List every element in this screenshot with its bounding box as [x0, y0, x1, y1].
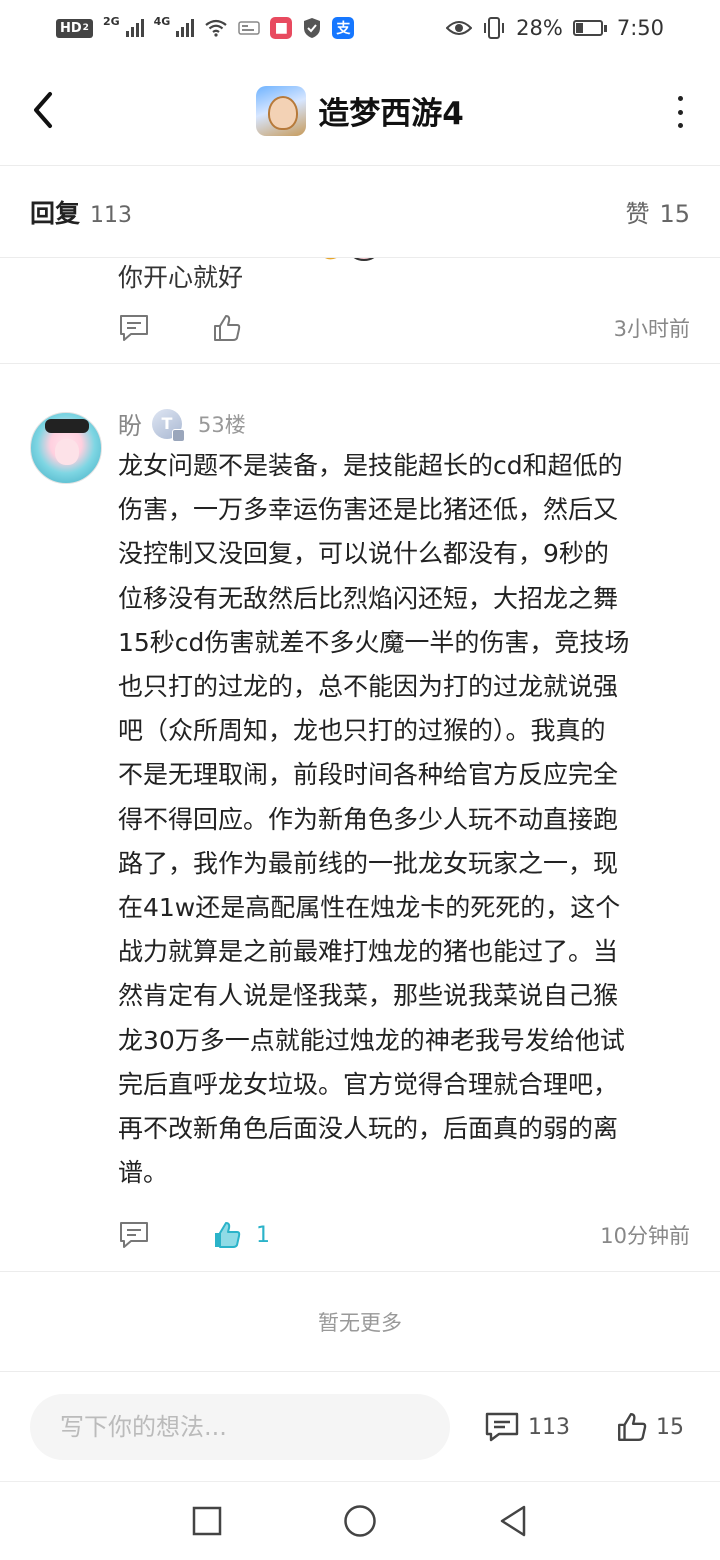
level-sub-icon	[172, 428, 185, 442]
reply-label: 回复	[30, 198, 81, 228]
triangle-back-icon	[501, 1505, 526, 1537]
comment-line: 没控制又没回复，可以说什么都没有，9秒的	[118, 539, 609, 569]
comment-actions: 1 10分钟前	[118, 1214, 690, 1256]
comment-line: 再不改新角色后面没人玩的，后面真的弱的离	[118, 1114, 619, 1144]
like-button-active[interactable]: 1	[212, 1220, 270, 1250]
comment-text: 龙女问题不是装备，是技能超长的cd和超低的 伤害，一万多幸运伤害还是比猪还低，然后…	[118, 444, 688, 1195]
alipay-icon: 支	[332, 17, 355, 39]
dot-icon	[677, 96, 683, 101]
network-2g-label: 2G	[102, 14, 120, 28]
no-more-label: 暂无更多	[0, 1272, 720, 1372]
status-bar: HD 2 2G 4G ■ 支 28% 7:50	[0, 0, 720, 56]
comment-line: 位移没有无敌然后比烈焰闪还短，大招龙之舞	[118, 583, 619, 613]
like-count: 1	[256, 1222, 270, 1248]
likes-button[interactable]: 15	[616, 1411, 684, 1443]
battery-level	[575, 23, 583, 33]
hd-sub-label: 2	[82, 22, 89, 33]
comment-input[interactable]	[30, 1394, 450, 1460]
comment-icon	[485, 1412, 519, 1442]
circle-icon	[344, 1505, 376, 1537]
dot-icon	[677, 109, 683, 115]
shield-icon	[304, 18, 321, 38]
signal-icon-2	[176, 19, 195, 37]
game-logo	[256, 85, 307, 136]
comment-line: 龙女问题不是装备，是技能超长的cd和超低的	[118, 451, 623, 480]
reply-summary-bar: 回复 113 赞 15	[0, 166, 720, 258]
likes-count: 15	[656, 1414, 684, 1440]
comment-time: 10分钟前	[600, 1224, 690, 1248]
eye-icon	[446, 21, 473, 35]
back-button[interactable]	[22, 88, 66, 132]
previous-comment: 你开心就好 3小时前	[0, 258, 720, 364]
thumbs-up-filled-icon	[215, 1222, 241, 1248]
reply-count-group: 回复 113	[30, 194, 132, 230]
comment-line: 谱。	[118, 1158, 169, 1188]
previous-comment-actions: 3小时前	[118, 308, 690, 348]
comment-icon[interactable]	[118, 313, 150, 343]
reply-count: 113	[90, 202, 133, 228]
sticker-image	[325, 258, 375, 261]
avatar[interactable]	[30, 412, 102, 484]
comment-time: 3小时前	[613, 317, 690, 341]
comment-line: 也只打的过龙的，总不能因为打的过龙就说强	[118, 672, 619, 702]
signal-icon	[125, 19, 144, 37]
comment-line: 路了，我作为最前线的一批龙女玩家之一，现	[118, 848, 619, 878]
comments-count: 113	[528, 1414, 570, 1440]
recent-apps-button[interactable]	[187, 1501, 227, 1541]
comments-button[interactable]: 113	[484, 1411, 570, 1443]
author-name[interactable]: 盼	[118, 406, 142, 441]
comment-line: 完后直呼龙女垃圾。官方觉得合理就合理吧，	[118, 1069, 619, 1099]
battery-icon	[572, 20, 607, 36]
back-arrow-icon	[34, 92, 52, 128]
comment-line: 不是无理取闹，前段时间各种给官方反应完全	[118, 760, 619, 790]
status-right: 28% 7:50	[446, 16, 664, 40]
author-row: 盼 T 53楼	[118, 406, 246, 442]
hd-voice-icon: HD 2	[56, 18, 93, 38]
app-notification-icon: ■	[270, 17, 293, 39]
like-total-count: 15	[659, 200, 690, 228]
battery-percent: 28%	[516, 16, 563, 40]
comment-line: 龙30万多一点就能过烛龙的神老我号发给他试	[118, 1025, 625, 1055]
level-badge-icon: T	[152, 408, 185, 442]
comment-input-bar: 113 15	[0, 1373, 720, 1481]
comment-icon[interactable]	[118, 1220, 150, 1250]
comment-line: 伤害，一万多幸运伤害还是比猪还低，然后又	[118, 495, 619, 525]
dot-icon	[677, 123, 683, 128]
page-title: 造梦西游4	[318, 96, 464, 132]
like-total-group[interactable]: 赞 15	[625, 194, 690, 229]
app-header: 造梦西游4	[0, 56, 720, 166]
comment-line: 战力就算是之前最难打烛龙的猪也能过了。当	[118, 937, 619, 967]
comment-line: 得不得回应。作为新角色多少人玩不动直接跑	[118, 804, 619, 834]
comment-53: 盼 T 53楼 龙女问题不是装备，是技能超长的cd和超低的 伤害，一万多幸运伤害还…	[0, 364, 720, 1272]
back-nav-button[interactable]	[493, 1501, 533, 1541]
wifi-icon	[205, 19, 227, 37]
like-label: 赞	[625, 200, 650, 228]
square-icon	[192, 1506, 221, 1536]
comment-line: 然肯定有人说是怪我菜，那些说我菜说自己猴	[118, 981, 619, 1011]
clock: 7:50	[616, 16, 664, 40]
home-button[interactable]	[340, 1501, 380, 1541]
status-left: HD 2 2G 4G ■ 支	[56, 14, 355, 39]
thumbs-up-icon[interactable]	[212, 313, 242, 343]
hd-label: HD	[60, 20, 82, 36]
thumbs-up-icon	[618, 1413, 647, 1441]
system-nav-bar	[0, 1481, 720, 1560]
comment-line: 吧（众所周知，龙也只打的过猴的）。我真的	[118, 716, 606, 746]
previous-comment-text: 你开心就好	[118, 263, 244, 292]
floor-number: 53楼	[198, 412, 246, 437]
comment-line: 在41w还是高配属性在烛龙卡的死死的，这个	[118, 893, 621, 923]
vibrate-icon	[484, 17, 505, 39]
header-title[interactable]: 造梦西游4	[256, 85, 464, 136]
more-options-button[interactable]	[670, 92, 690, 132]
level-badge-text: T	[161, 414, 173, 433]
comment-line: 15秒cd伤害就差不多火魔一半的伤害，竞技场	[118, 627, 630, 657]
network-4g-label: 4G	[153, 14, 171, 28]
notification-icon	[238, 21, 261, 35]
